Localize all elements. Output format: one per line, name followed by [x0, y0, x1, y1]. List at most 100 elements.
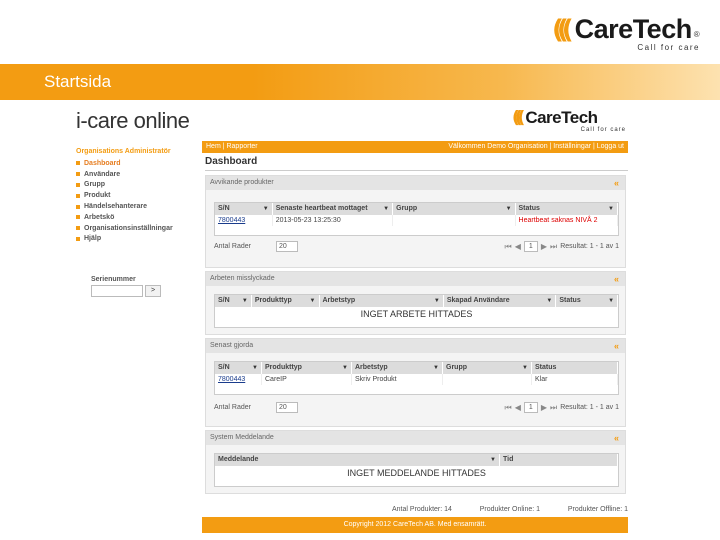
col-status[interactable]: Status ▼	[556, 295, 619, 307]
sidebar-item-label: Arbetskö	[84, 213, 115, 221]
title-divider	[205, 170, 628, 171]
panel-title: Arbeten misslyckade	[210, 275, 275, 282]
panel-header[interactable]: System Meddelande «	[206, 431, 625, 445]
col-grupp[interactable]: Grupp ▼	[443, 362, 532, 374]
col-sn[interactable]: S/N ▼	[215, 362, 262, 374]
cell-status: Klar	[532, 374, 618, 385]
sidebar-item-label: Hjälp	[84, 235, 102, 243]
sidebar-item-label: Dashboard	[84, 159, 121, 167]
sort-icon: ▼	[505, 206, 512, 212]
empty-message: INGET MEDDELANDE HITTADES	[347, 468, 486, 478]
sidebar-item-dashboard[interactable]: Dashboard	[76, 158, 196, 169]
sidebar-item-arbetsko[interactable]: Arbetskö	[76, 212, 196, 223]
col-tid[interactable]: Tid	[500, 454, 618, 466]
col-arbetstyp[interactable]: Arbetstyp ▼	[320, 295, 444, 307]
collapse-icon[interactable]: «	[614, 272, 619, 286]
col-status[interactable]: Status ▼	[516, 203, 618, 215]
panel-header[interactable]: Avvikande produkter «	[206, 176, 625, 190]
logo-registered-mark: ®	[693, 30, 700, 39]
brand-prefix: i-care	[76, 108, 129, 133]
prev-page-icon[interactable]: ◀	[515, 242, 521, 251]
sort-icon: ▼	[262, 206, 269, 212]
slide-title: Startsida	[44, 72, 112, 91]
col-status[interactable]: Status	[532, 362, 618, 374]
cell-produkttyp: CareIP	[262, 374, 352, 385]
sidebar-item-organisationsinstallningar[interactable]: Organisationsinställningar	[76, 223, 196, 234]
collapse-icon[interactable]: «	[614, 176, 619, 190]
col-sn[interactable]: S/N ▼	[215, 203, 273, 215]
grid-header: Meddelande ▼ Tid	[215, 454, 618, 466]
cell-sn[interactable]: 7800443	[215, 374, 262, 385]
table-row[interactable]: 7800443 2013-05-23 13:25:30 Heartbeat sa…	[215, 215, 618, 226]
sidebar-item-grupp[interactable]: Grupp	[76, 180, 196, 191]
col-skapad-anvandare[interactable]: Skapad Användare ▼	[444, 295, 557, 307]
col-grupp[interactable]: Grupp ▼	[393, 203, 516, 215]
sidebar-item-handelsehanterare[interactable]: Händelsehanterare	[76, 201, 196, 212]
cell-sn[interactable]: 7800443	[215, 215, 273, 226]
rows-select[interactable]: 20	[276, 402, 298, 413]
page-input[interactable]: 1	[523, 241, 538, 252]
col-produkttyp[interactable]: Produkttyp ▼	[262, 362, 352, 374]
logo-tagline: Call for care	[637, 43, 700, 52]
sort-icon: ▼	[608, 298, 615, 304]
col-label: Grupp	[396, 205, 418, 212]
sidebar: Organisations Administratör Dashboard An…	[76, 148, 196, 244]
cell-status: Heartbeat saknas NIVÅ 2	[516, 215, 618, 226]
bullet-icon	[76, 161, 80, 166]
brand-suffix: online	[128, 108, 190, 133]
title-banner: Startsida	[0, 64, 720, 100]
table-row[interactable]: 7800443 CareIP Skriv Produkt Klar	[215, 374, 618, 385]
col-label: S/N	[218, 205, 230, 212]
sidebar-item-label: Användare	[84, 170, 121, 178]
sidebar-item-hjalp[interactable]: Hjälp	[76, 234, 196, 245]
next-page-icon[interactable]: ▶	[541, 403, 547, 412]
next-page-icon[interactable]: ▶	[541, 242, 547, 251]
pager: Antal Rader 20 ⏮ ◀ 1 ▶ ⏭ Resultat: 1 - 1…	[214, 401, 619, 415]
rows-select[interactable]: 20	[276, 241, 298, 252]
col-heartbeat[interactable]: Senaste heartbeat mottaget ▼	[273, 203, 394, 215]
col-label: Status	[559, 297, 581, 304]
serienummer-input[interactable]	[91, 285, 143, 297]
pager: Antal Rader 20 ⏮ ◀ 1 ▶ ⏭ Resultat: 1 - 1…	[214, 240, 619, 254]
top-nav-left[interactable]: Hem | Rapporter	[206, 141, 258, 153]
collapse-icon[interactable]: «	[614, 339, 619, 353]
collapse-icon[interactable]: «	[614, 431, 619, 445]
sidebar-item-produkt[interactable]: Produkt	[76, 190, 196, 201]
pager-nav: ⏮ ◀ 1 ▶ ⏭ Resultat: 1 - 1 av 1	[505, 402, 619, 413]
cell-grupp	[393, 215, 516, 226]
sidebar-item-label: Grupp	[84, 181, 105, 189]
copyright-footer: Copyright 2012 CareTech AB. Med ensamrät…	[202, 517, 628, 533]
cell-heartbeat: 2013-05-23 13:25:30	[273, 215, 394, 226]
sidebar-header: Organisations Administratör	[76, 148, 171, 155]
first-page-icon[interactable]: ⏮	[505, 403, 512, 413]
col-meddelande[interactable]: Meddelande ▼	[215, 454, 500, 466]
col-sn[interactable]: S/N ▼	[215, 295, 252, 307]
panel-header[interactable]: Arbeten misslyckade «	[206, 272, 625, 286]
last-page-icon[interactable]: ⏭	[550, 242, 557, 252]
col-label: Produkttyp	[265, 364, 302, 371]
col-label: Status	[518, 205, 540, 212]
top-nav-right[interactable]: Välkommen Demo Organisation | Inställnin…	[448, 141, 624, 153]
last-page-icon[interactable]: ⏭	[550, 403, 557, 413]
first-page-icon[interactable]: ⏮	[505, 242, 512, 252]
panel-header[interactable]: Senast gjorda «	[206, 339, 625, 353]
bullet-icon	[76, 193, 80, 198]
senast-grid: S/N ▼ Produkttyp ▼ Arbetstyp ▼ Grupp ▼ Statu…	[214, 361, 619, 395]
page-input[interactable]: 1	[523, 402, 538, 413]
sidebar-item-anvandare[interactable]: Användare	[76, 169, 196, 180]
bullet-icon	[76, 172, 80, 177]
app-caretech-logo: ((( CareTech Call for care	[512, 108, 632, 138]
grid-header: S/N ▼ Produkttyp ▼ Arbetstyp ▼ Grupp ▼ Statu…	[215, 362, 618, 374]
serienummer-go-button[interactable]: >	[145, 285, 161, 297]
bullet-icon	[76, 226, 80, 231]
rows-label: Antal Rader	[214, 243, 251, 250]
sidebar-item-label: Händelsehanterare	[84, 203, 148, 211]
cell-arbetstyp: Skriv Produkt	[352, 374, 443, 385]
col-arbetstyp[interactable]: Arbetstyp ▼	[352, 362, 443, 374]
panel-title: System Meddelande	[210, 434, 274, 441]
serienummer-label: Serienummer	[91, 276, 136, 283]
col-produkttyp[interactable]: Produkttyp ▼	[252, 295, 320, 307]
prev-page-icon[interactable]: ◀	[515, 403, 521, 412]
col-label: Skapad Användare	[446, 297, 510, 304]
sort-icon: ▼	[522, 365, 528, 371]
